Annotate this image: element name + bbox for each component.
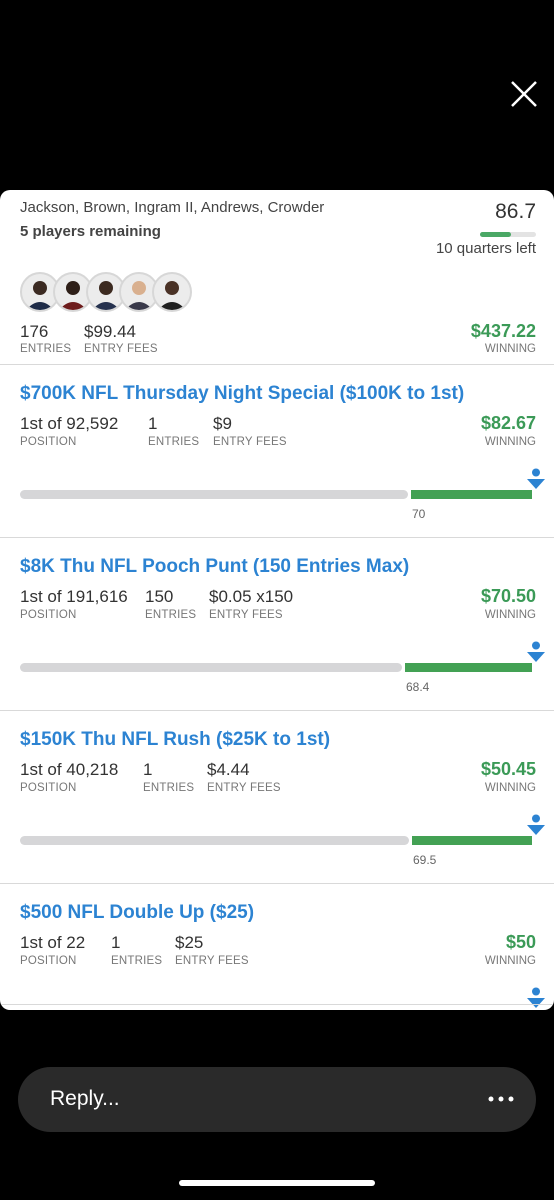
reply-input[interactable]: Reply... [18, 1067, 536, 1132]
progress-track [20, 490, 408, 499]
entries-value: 1 [148, 414, 158, 433]
cutoff-score: 68.4 [406, 680, 430, 694]
total-winning: $437.22 [470, 321, 536, 341]
winning-label: WINNING [484, 782, 536, 794]
winning-value: $82.67 [480, 413, 536, 433]
fantasy-score: 86.7 [495, 200, 536, 223]
quarters-left: 10 quarters left [435, 240, 536, 257]
contest-row[interactable]: $700K NFL Thursday Night Special ($100K … [0, 364, 554, 538]
user-pin-icon [527, 814, 545, 835]
winning-label: WINNING [484, 343, 536, 355]
position-value: 1st of 92,592 [20, 414, 119, 433]
position-value: 1st of 40,218 [20, 760, 119, 779]
lineup-card: Jackson, Brown, Ingram II, Andrews, Crow… [0, 190, 554, 1010]
position-value: 1st of 22 [20, 933, 86, 952]
contest-title[interactable]: $500 NFL Double Up ($25) [20, 902, 254, 924]
home-indicator [179, 1180, 375, 1186]
entries-value: 1 [111, 933, 121, 952]
divider [0, 1004, 554, 1005]
entries-value: 1 [143, 760, 153, 779]
winning-label: WINNING [484, 609, 536, 621]
entries-value: 150 [145, 587, 174, 606]
position-label: POSITION [20, 609, 77, 621]
winning-label: WINNING [484, 436, 536, 448]
contest-row[interactable]: $8K Thu NFL Pooch Punt (150 Entries Max)… [0, 537, 554, 711]
entries-label: ENTRIES [148, 436, 200, 448]
entries-label: ENTRIES [145, 609, 197, 621]
entries-label: ENTRIES [143, 782, 195, 794]
total-entry-fees: $99.44 [84, 322, 136, 341]
entry-fees-value: $9 [213, 414, 232, 433]
winning-value: $70.50 [480, 586, 536, 606]
progress-fill [412, 836, 532, 845]
winning-value: $50 [505, 932, 536, 952]
user-pin-icon [527, 641, 545, 662]
cutoff-score: 70 [412, 507, 426, 521]
close-button[interactable] [506, 76, 542, 112]
players-remaining: 5 players remaining [20, 223, 161, 240]
progress-fill [405, 663, 532, 672]
reply-placeholder: Reply... [50, 1087, 120, 1110]
cutoff-score: 69.5 [413, 853, 437, 867]
winning-value: $50.45 [480, 759, 536, 779]
entry-fees-label: ENTRY FEES [84, 343, 158, 355]
progress-fill [411, 490, 532, 499]
contest-row[interactable]: $500 NFL Double Up ($25) 1st of 22 POSIT… [0, 883, 554, 1010]
entry-fees-value: $0.05 x150 [209, 587, 294, 606]
entry-fees-value: $4.44 [207, 760, 250, 779]
user-pin-icon [527, 468, 545, 489]
avatar [152, 272, 192, 312]
progress-track [20, 836, 409, 845]
entry-fees-label: ENTRY FEES [207, 782, 281, 794]
more-icon[interactable] [486, 1087, 516, 1111]
entry-fees-label: ENTRY FEES [209, 609, 283, 621]
entries-label: ENTRIES [20, 343, 72, 355]
entry-fees-label: ENTRY FEES [213, 436, 287, 448]
entry-fees-label: ENTRY FEES [175, 955, 249, 967]
contest-title[interactable]: $8K Thu NFL Pooch Punt (150 Entries Max) [20, 556, 409, 578]
lineup-summary: Jackson, Brown, Ingram II, Andrews, Crow… [0, 190, 554, 365]
position-label: POSITION [20, 955, 77, 967]
position-label: POSITION [20, 782, 77, 794]
user-pin-icon [527, 987, 545, 1008]
contest-row[interactable]: $150K Thu NFL Rush ($25K to 1st) 1st of … [0, 710, 554, 884]
progress-track [20, 663, 402, 672]
position-value: 1st of 191,616 [20, 587, 128, 606]
winning-label: WINNING [484, 955, 536, 967]
entries-label: ENTRIES [111, 955, 163, 967]
score-progress-fill [480, 232, 511, 237]
player-names: Jackson, Brown, Ingram II, Andrews, Crow… [20, 199, 325, 216]
contest-title[interactable]: $700K NFL Thursday Night Special ($100K … [20, 383, 464, 405]
close-icon [511, 81, 537, 107]
total-entries: 176 [20, 322, 49, 341]
score-progress-bar [480, 232, 536, 237]
entry-fees-value: $25 [175, 933, 204, 952]
contest-title[interactable]: $150K Thu NFL Rush ($25K to 1st) [20, 729, 330, 751]
position-label: POSITION [20, 436, 77, 448]
